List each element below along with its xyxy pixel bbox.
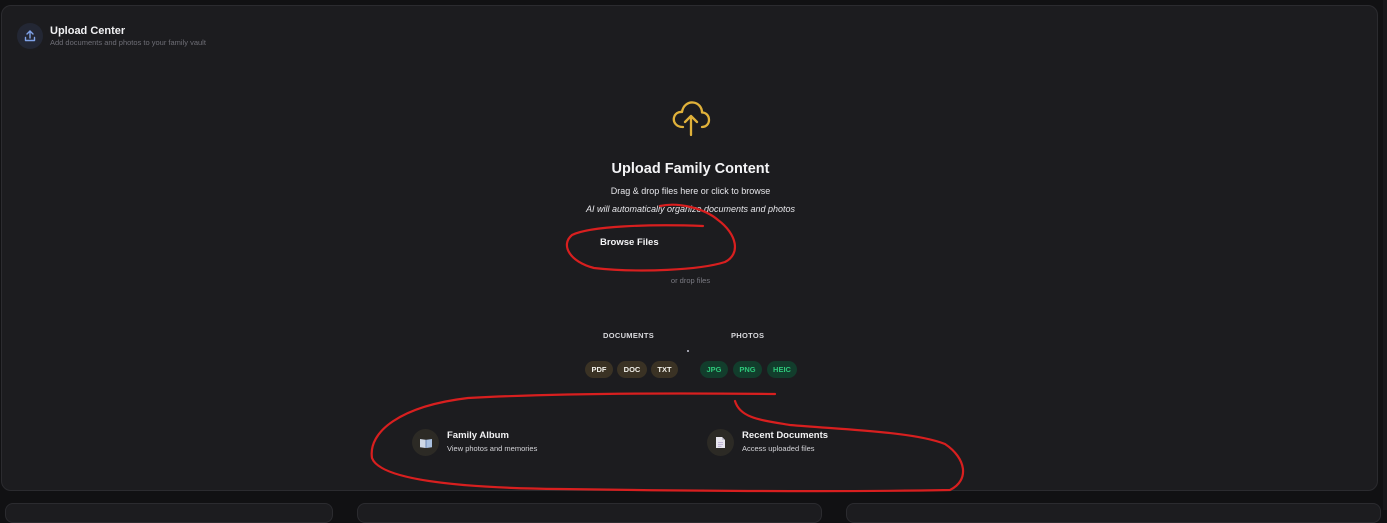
format-tag-txt: TXT (651, 361, 678, 378)
panel-header: Upload Center Add documents and photos t… (17, 23, 206, 49)
documents-label: DOCUMENTS (603, 331, 655, 340)
dropzone-title: Upload Family Content (611, 161, 770, 177)
dropzone-instruction: Drag & drop files here or click to brows… (610, 186, 771, 196)
photos-label: PHOTOS (731, 331, 765, 340)
or-drop-hint: or drop files (670, 276, 711, 285)
page-title: Upload Center (50, 24, 126, 37)
document-icon (707, 429, 734, 456)
bottom-panel-center (357, 503, 822, 523)
book-icon (412, 429, 439, 456)
page-subtitle: Add documents and photos to your family … (50, 37, 206, 47)
cloud-upload-icon[interactable] (669, 95, 713, 139)
format-tag-heic: HEIC (767, 361, 797, 378)
header-text: Upload Center Add documents and photos t… (50, 25, 206, 48)
browse-files-button[interactable]: Browse Files (600, 237, 659, 248)
recent-documents-title: Recent Documents (742, 430, 829, 441)
family-album-title: Family Album (447, 430, 509, 441)
format-tag-jpg: JPG (700, 361, 728, 378)
recent-documents-link[interactable]: Recent Documents Access uploaded files (707, 429, 828, 456)
format-tag-doc: DOC (617, 361, 647, 378)
separator-dot (687, 350, 689, 352)
bottom-panel-right (846, 503, 1381, 523)
upload-center-panel: Upload Center Add documents and photos t… (1, 5, 1378, 491)
family-album-link[interactable]: Family Album View photos and memories (412, 429, 537, 456)
family-album-subtitle: View photos and memories (447, 444, 538, 453)
bottom-panel-left (5, 503, 333, 523)
upload-icon (17, 23, 43, 49)
recent-documents-subtitle: Access uploaded files (742, 444, 815, 453)
dropzone-ai-note: AI will automatically organize documents… (585, 204, 796, 214)
recent-documents-text: Recent Documents Access uploaded files (742, 429, 828, 456)
scrollbar-track[interactable] (1383, 0, 1387, 510)
format-tag-pdf: PDF (585, 361, 613, 378)
format-tag-png: PNG (733, 361, 762, 378)
family-album-text: Family Album View photos and memories (447, 429, 537, 456)
